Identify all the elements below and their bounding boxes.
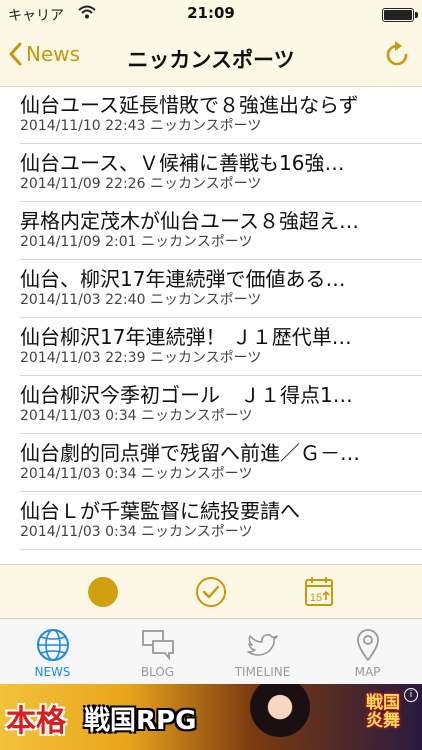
article-source: ニッカンスポーツ <box>149 118 262 134</box>
article-source: ニッカンスポーツ <box>149 292 262 308</box>
article-source: ニッカンスポーツ <box>141 408 253 424</box>
article-datetime: 2014/11/03 22:39 <box>20 350 146 366</box>
tab-label: BLOG <box>140 665 175 679</box>
article-source: ニッカンスポーツ <box>141 234 253 250</box>
article-headline: 仙台柳沢17年連続弾！ Ｊ１歴代単… <box>20 325 352 349</box>
tab-news[interactable]: NEWS <box>0 619 105 685</box>
article-row[interactable]: 仙台Ｌが千葉監督に続投要請へ 2014/11/03 0:34 ニッカンスポーツ <box>20 492 422 550</box>
twitter-bird-icon <box>246 633 278 656</box>
ad-game-logo: 戦国 炎舞 <box>366 693 400 731</box>
ad-headline: 本格 <box>6 704 66 739</box>
article-datetime: 2014/11/03 22:40 <box>20 292 146 308</box>
article-meta: 2014/11/03 22:40 ニッカンスポーツ <box>20 292 422 309</box>
unread-dot-icon[interactable] <box>86 575 120 609</box>
ad-banner[interactable]: 本格 戦国RPG 戦国 炎舞 i <box>0 684 422 750</box>
article-meta: 2014/11/03 0:34 ニッカンスポーツ <box>20 408 422 425</box>
article-headline: 仙台ユース延長惜敗で８強進出ならず <box>20 93 359 117</box>
article-meta: 2014/11/09 2:01 ニッカンスポーツ <box>20 234 422 251</box>
article-headline: 仙台Ｌが千葉監督に続投要請へ <box>20 499 300 523</box>
refresh-icon[interactable] <box>382 40 412 70</box>
article-datetime: 2014/11/03 0:34 <box>20 524 137 540</box>
article-headline: 仙台柳沢今季初ゴール Ｊ１得点1… <box>20 383 353 407</box>
chat-bubbles-icon <box>141 630 174 661</box>
article-row[interactable]: 仙台ユース延長惜敗で８強進出ならず 2014/11/10 22:43 ニッカンス… <box>20 86 422 144</box>
tab-timeline[interactable]: TIMELINE <box>210 619 315 685</box>
mark-read-check-icon[interactable] <box>194 575 228 609</box>
article-datetime: 2014/11/09 2:01 <box>20 234 137 250</box>
article-headline: 仙台劇的同点弾で残留へ前進／Ｇ－… <box>20 441 360 465</box>
article-datetime: 2014/11/10 22:43 <box>20 118 146 134</box>
article-headline: 昇格内定茂木が仙台ユース８強超え… <box>20 209 359 233</box>
action-toolbar: 15 <box>0 564 422 619</box>
article-row[interactable]: 仙台柳沢今季初ゴール Ｊ１得点1… 2014/11/03 0:34 ニッカンスポ… <box>20 376 422 434</box>
ad-subtitle: 戦国RPG <box>84 706 197 736</box>
tab-label: NEWS <box>34 665 71 679</box>
article-source: ニッカンスポーツ <box>149 176 262 192</box>
article-row[interactable]: 仙台ユース、Ｖ候補に善戦も16強… 2014/11/09 22:26 ニッカンス… <box>20 144 422 202</box>
tab-blog[interactable]: BLOG <box>105 619 210 685</box>
article-row[interactable]: 昇格内定茂木が仙台ユース８強超え… 2014/11/09 2:01 ニッカンスポ… <box>20 202 422 260</box>
article-datetime: 2014/11/03 0:34 <box>20 408 137 424</box>
ad-info-icon[interactable]: i <box>404 688 418 702</box>
article-source: ニッカンスポーツ <box>141 466 253 482</box>
tab-label: MAP <box>354 665 381 679</box>
status-bar: キャリア 21:09 <box>0 0 422 28</box>
tab-label: TIMELINE <box>234 665 291 679</box>
article-source: ニッカンスポーツ <box>149 350 262 366</box>
article-meta: 2014/11/03 0:34 ニッカンスポーツ <box>20 466 422 483</box>
article-meta: 2014/11/10 22:43 ニッカンスポーツ <box>20 118 422 135</box>
page-title: ニッカンスポーツ <box>127 48 295 72</box>
article-headline: 仙台ユース、Ｖ候補に善戦も16強… <box>20 151 345 175</box>
article-row[interactable]: 仙台劇的同点弾で残留へ前進／Ｇ－… 2014/11/03 0:34 ニッカンスポ… <box>20 434 422 492</box>
calendar-day: 15 <box>310 592 322 604</box>
battery-icon <box>382 8 418 22</box>
calendar-icon[interactable]: 15 <box>302 575 336 609</box>
article-meta: 2014/11/03 22:39 ニッカンスポーツ <box>20 350 422 367</box>
tab-map[interactable]: MAP <box>315 619 420 685</box>
globe-icon <box>36 629 69 661</box>
article-datetime: 2014/11/03 0:34 <box>20 466 137 482</box>
clock: 21:09 <box>187 4 235 22</box>
article-list[interactable]: 仙台ユース延長惜敗で８強進出ならず 2014/11/10 22:43 ニッカンス… <box>0 86 422 564</box>
article-meta: 2014/11/09 22:26 ニッカンスポーツ <box>20 176 422 193</box>
map-pin-icon <box>356 629 379 662</box>
navigation-bar: News ニッカンスポーツ <box>0 28 422 87</box>
article-row[interactable]: 仙台柳沢17年連続弾！ Ｊ１歴代単… 2014/11/03 22:39 ニッカン… <box>20 318 422 376</box>
ad-character-image <box>230 684 330 750</box>
article-datetime: 2014/11/09 22:26 <box>20 176 146 192</box>
article-row[interactable]: 仙台、柳沢17年連続弾で価値ある… 2014/11/03 22:40 ニッカンス… <box>20 260 422 318</box>
article-headline: 仙台、柳沢17年連続弾で価値ある… <box>20 267 346 291</box>
article-meta: 2014/11/03 0:34 ニッカンスポーツ <box>20 524 422 541</box>
article-source: ニッカンスポーツ <box>141 524 253 540</box>
tab-bar: NEWS BLOG TIMELINE MAP <box>0 618 422 685</box>
